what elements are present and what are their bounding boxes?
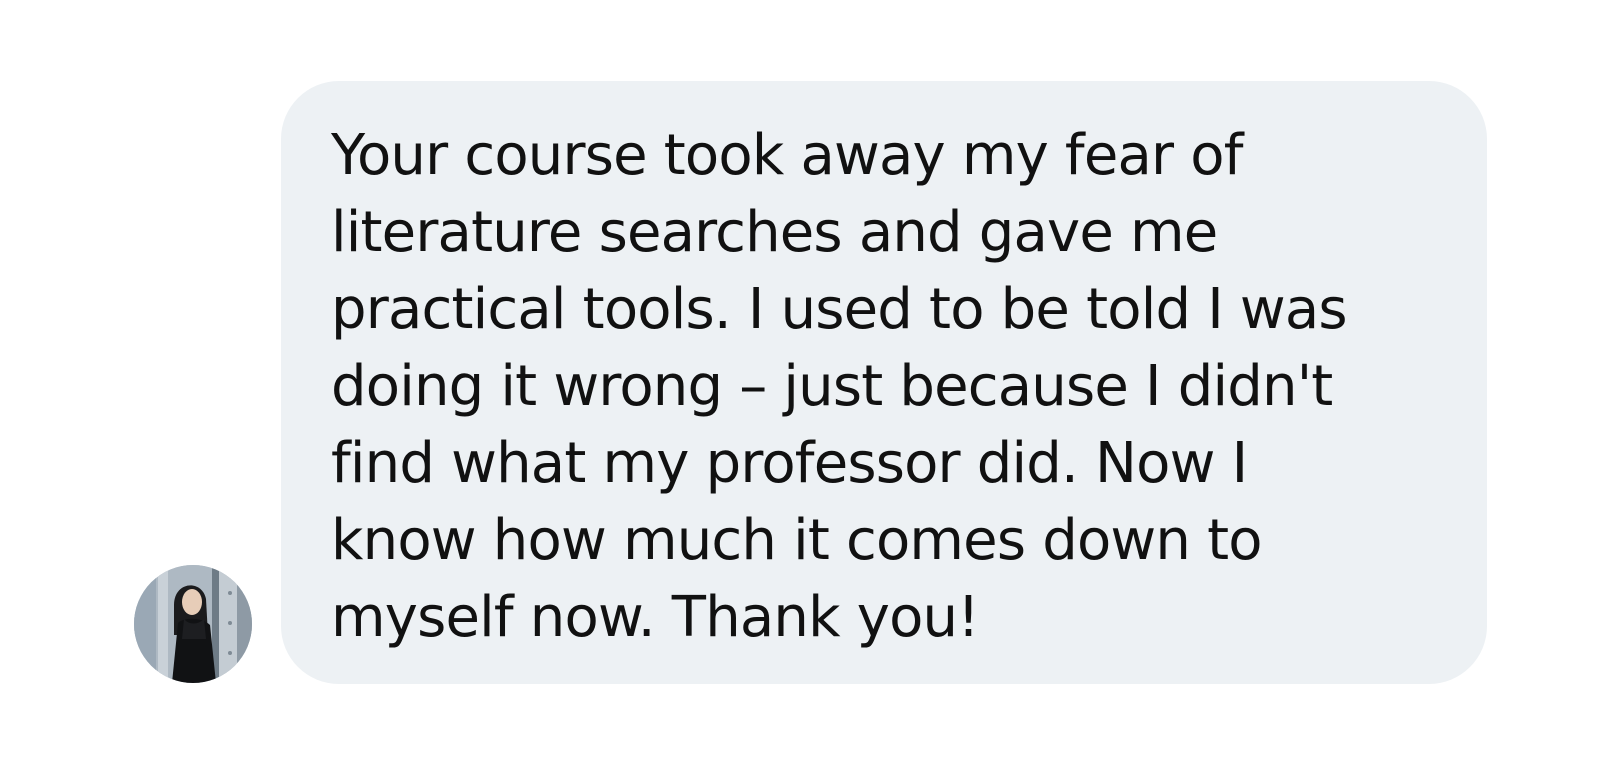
- message-bubble: Your course took away my fear of literat…: [281, 81, 1487, 684]
- sender-avatar[interactable]: [134, 565, 252, 683]
- message-text: Your course took away my fear of literat…: [331, 123, 1348, 650]
- person-photo-avatar-icon: [134, 565, 252, 683]
